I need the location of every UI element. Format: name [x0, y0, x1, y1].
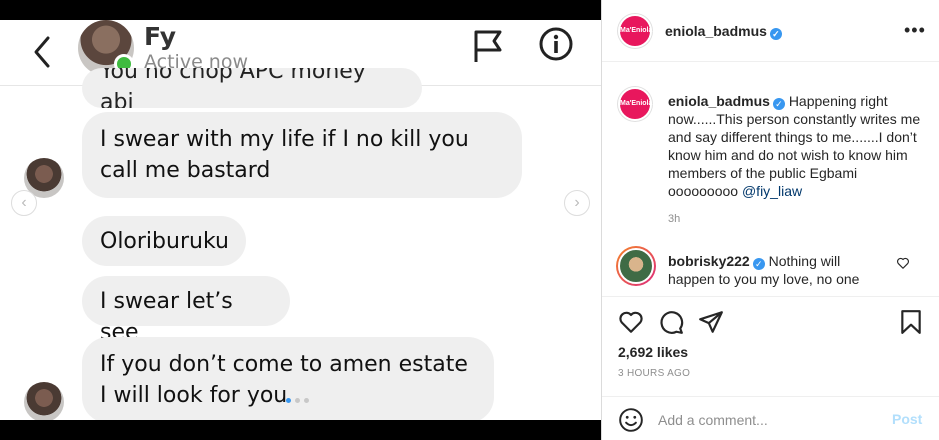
verified-badge-icon: ✓	[752, 258, 765, 270]
carousel-dot	[304, 398, 309, 403]
carousel-prev-button[interactable]: ‹	[11, 190, 37, 216]
message-text: You no chop APC money abi	[100, 68, 366, 108]
message-bubble: I swear let’s see	[82, 276, 290, 345]
caption-timestamp[interactable]: 3h	[668, 213, 680, 225]
caption-username[interactable]: eniola_badmus	[668, 93, 770, 109]
carousel-dot	[295, 398, 300, 403]
post-actions: 2,692 likes 3 HOURS AGO	[602, 296, 939, 379]
post-sidebar: Ma'Eniola eniola_badmus ✓ ••• Ma'Eniola e…	[601, 0, 939, 440]
post-caption: eniola_badmus ✓ Happening right now......…	[668, 92, 924, 200]
verified-badge-icon: ✓	[769, 28, 782, 40]
save-bookmark-icon[interactable]	[898, 309, 924, 335]
caption-mention[interactable]: @fiy_liaw	[742, 183, 802, 199]
comment-like-heart-icon[interactable]	[896, 256, 910, 270]
post-media: Fy Active now You no chop APC money abi …	[0, 0, 601, 440]
carousel-dots	[286, 398, 309, 403]
comment-bubble-icon[interactable]	[658, 309, 684, 335]
like-heart-icon[interactable]	[618, 309, 644, 335]
share-send-icon[interactable]	[698, 309, 724, 335]
verified-badge-icon: ✓	[772, 98, 785, 110]
sender-avatar	[24, 382, 64, 420]
commenter-photo	[618, 248, 654, 284]
post-username[interactable]: eniola_badmus ✓	[665, 23, 782, 40]
comments-section[interactable]: Ma'Eniola eniola_badmus ✓ Happening right…	[602, 63, 939, 295]
post-timestamp[interactable]: 3 HOURS AGO	[618, 368, 690, 379]
dm-contact-name: Fy	[144, 22, 177, 51]
post-header: Ma'Eniola eniola_badmus ✓ •••	[602, 0, 939, 62]
post-comment-button[interactable]: Post	[892, 411, 922, 427]
message-bubble: You no chop APC money abi	[82, 68, 422, 108]
add-comment-bar: Post	[602, 396, 939, 440]
message-bubble: Oloriburuku	[82, 216, 246, 266]
carousel-next-button[interactable]: ›	[564, 190, 590, 216]
comment: bobrisky222 ✓ Nothing will happen to you …	[668, 252, 888, 288]
message-bubble: I swear with my life if I no kill you ca…	[82, 112, 522, 198]
username-text[interactable]: eniola_badmus	[665, 23, 767, 39]
carousel-dot	[286, 398, 291, 403]
profile-avatar[interactable]: Ma'Eniola	[618, 14, 652, 48]
flag-icon	[474, 30, 502, 62]
comment-username[interactable]: bobrisky222	[668, 253, 750, 269]
message-bubble: If you don’t come to amen estate I will …	[82, 337, 494, 420]
back-arrow-icon	[34, 36, 50, 68]
comment-input[interactable]	[658, 409, 878, 431]
dm-screenshot: Fy Active now You no chop APC money abi …	[0, 20, 601, 420]
commenter-avatar[interactable]	[616, 246, 656, 286]
emoji-icon[interactable]	[618, 407, 644, 433]
caption-avatar[interactable]: Ma'Eniola	[618, 87, 652, 121]
more-options-icon[interactable]: •••	[904, 20, 926, 41]
info-icon	[539, 27, 573, 61]
likes-count[interactable]: 2,692 likes	[618, 344, 688, 360]
